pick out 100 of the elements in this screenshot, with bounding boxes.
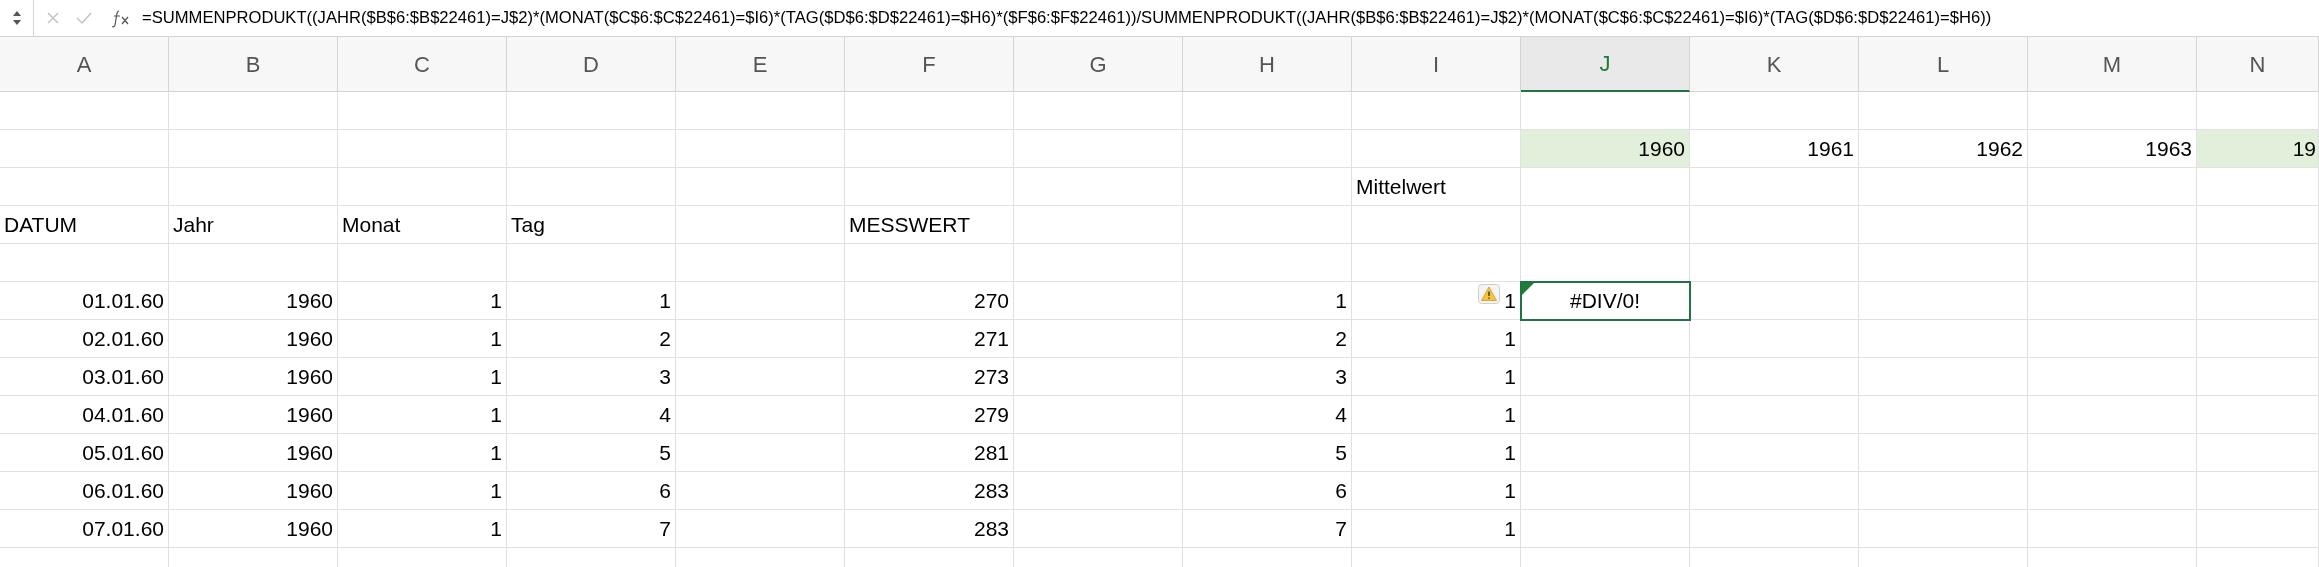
empty-cell[interactable] bbox=[1014, 358, 1183, 396]
table-cell[interactable]: 1 bbox=[1183, 282, 1352, 320]
column-header[interactable]: I bbox=[1352, 37, 1521, 92]
table-cell[interactable]: Jahr bbox=[169, 206, 338, 244]
table-cell[interactable]: 279 bbox=[845, 396, 1014, 434]
empty-cell[interactable] bbox=[1014, 472, 1183, 510]
empty-cell[interactable] bbox=[676, 396, 845, 434]
empty-cell[interactable] bbox=[2028, 396, 2197, 434]
empty-cell[interactable] bbox=[676, 206, 845, 244]
empty-cell[interactable] bbox=[1521, 472, 1690, 510]
empty-cell[interactable] bbox=[2197, 168, 2319, 206]
empty-cell[interactable] bbox=[1859, 320, 2028, 358]
empty-cell[interactable] bbox=[1690, 510, 1859, 548]
empty-cell[interactable] bbox=[2028, 206, 2197, 244]
table-cell[interactable]: 04.01.60 bbox=[0, 396, 169, 434]
table-cell[interactable]: 1 bbox=[338, 434, 507, 472]
empty-cell[interactable] bbox=[1014, 130, 1183, 168]
empty-cell[interactable] bbox=[676, 130, 845, 168]
cancel-icon[interactable] bbox=[46, 11, 60, 25]
empty-cell[interactable] bbox=[2197, 434, 2319, 472]
empty-cell[interactable] bbox=[0, 92, 169, 130]
column-header[interactable]: D bbox=[507, 37, 676, 92]
column-header[interactable]: K bbox=[1690, 37, 1859, 92]
empty-cell[interactable] bbox=[1521, 206, 1690, 244]
empty-cell[interactable] bbox=[2197, 244, 2319, 282]
empty-cell[interactable] bbox=[1183, 244, 1352, 282]
empty-cell[interactable] bbox=[1352, 244, 1521, 282]
empty-cell[interactable] bbox=[676, 510, 845, 548]
empty-cell[interactable] bbox=[1859, 358, 2028, 396]
empty-cell[interactable] bbox=[1690, 434, 1859, 472]
empty-cell[interactable] bbox=[2197, 282, 2319, 320]
table-cell[interactable]: 02.01.60 bbox=[0, 320, 169, 358]
table-cell[interactable]: 03.01.60 bbox=[0, 358, 169, 396]
empty-cell[interactable] bbox=[0, 168, 169, 206]
empty-cell[interactable] bbox=[1690, 320, 1859, 358]
table-cell[interactable]: 1 bbox=[338, 396, 507, 434]
table-cell[interactable]: 283 bbox=[845, 472, 1014, 510]
empty-cell[interactable] bbox=[2028, 168, 2197, 206]
table-cell[interactable]: 06.01.60 bbox=[0, 472, 169, 510]
table-cell[interactable]: 3 bbox=[507, 358, 676, 396]
column-header[interactable]: L bbox=[1859, 37, 2028, 92]
empty-cell[interactable] bbox=[1183, 130, 1352, 168]
table-cell[interactable]: 5 bbox=[507, 434, 676, 472]
empty-cell[interactable] bbox=[1859, 434, 2028, 472]
empty-cell[interactable] bbox=[507, 130, 676, 168]
empty-cell[interactable] bbox=[1690, 282, 1859, 320]
empty-cell[interactable] bbox=[1859, 510, 2028, 548]
table-cell[interactable]: 281 bbox=[845, 434, 1014, 472]
empty-cell[interactable] bbox=[1690, 358, 1859, 396]
empty-cell[interactable] bbox=[676, 434, 845, 472]
empty-cell[interactable] bbox=[1690, 168, 1859, 206]
empty-cell[interactable] bbox=[1014, 244, 1183, 282]
table-cell[interactable]: 1 bbox=[1352, 472, 1521, 510]
table-cell[interactable]: 2 bbox=[1183, 320, 1352, 358]
empty-cell[interactable] bbox=[1859, 396, 2028, 434]
empty-cell[interactable] bbox=[1859, 282, 2028, 320]
table-cell[interactable]: 1 bbox=[1352, 358, 1521, 396]
empty-cell[interactable] bbox=[2028, 358, 2197, 396]
table-cell[interactable]: 271 bbox=[845, 320, 1014, 358]
empty-cell[interactable] bbox=[2197, 472, 2319, 510]
empty-cell[interactable] bbox=[0, 244, 169, 282]
table-cell[interactable]: 1 bbox=[1352, 396, 1521, 434]
table-cell[interactable]: 270 bbox=[845, 282, 1014, 320]
table-cell[interactable]: 05.01.60 bbox=[0, 434, 169, 472]
table-cell[interactable]: 1 bbox=[338, 358, 507, 396]
column-header[interactable]: F bbox=[845, 37, 1014, 92]
empty-cell[interactable] bbox=[169, 130, 338, 168]
empty-cell[interactable] bbox=[1014, 510, 1183, 548]
empty-cell[interactable] bbox=[676, 282, 845, 320]
table-cell[interactable]: 1960 bbox=[169, 472, 338, 510]
column-header[interactable]: A bbox=[0, 37, 169, 92]
empty-cell[interactable] bbox=[676, 92, 845, 130]
empty-cell[interactable] bbox=[2197, 320, 2319, 358]
empty-cell[interactable] bbox=[1859, 92, 2028, 130]
column-header[interactable]: G bbox=[1014, 37, 1183, 92]
empty-cell[interactable] bbox=[676, 168, 845, 206]
column-header[interactable]: J bbox=[1521, 37, 1690, 92]
empty-cell[interactable] bbox=[1352, 92, 1521, 130]
table-cell[interactable]: 4 bbox=[507, 396, 676, 434]
table-cell[interactable]: 283 bbox=[845, 510, 1014, 548]
empty-cell[interactable] bbox=[2028, 320, 2197, 358]
empty-cell[interactable] bbox=[1690, 244, 1859, 282]
table-cell[interactable]: 1960 bbox=[169, 434, 338, 472]
table-cell[interactable]: 6 bbox=[507, 472, 676, 510]
table-cell[interactable]: 19 bbox=[2197, 130, 2319, 168]
empty-cell[interactable] bbox=[507, 244, 676, 282]
empty-cell[interactable] bbox=[2028, 92, 2197, 130]
empty-cell[interactable] bbox=[2197, 396, 2319, 434]
empty-cell[interactable] bbox=[507, 168, 676, 206]
table-cell[interactable]: 1960 bbox=[169, 358, 338, 396]
warning-icon[interactable] bbox=[1478, 284, 1500, 304]
empty-cell[interactable] bbox=[1690, 472, 1859, 510]
empty-cell[interactable] bbox=[1521, 358, 1690, 396]
empty-cell[interactable] bbox=[169, 168, 338, 206]
table-cell[interactable]: Mittelwert bbox=[1352, 168, 1521, 206]
table-cell[interactable]: 1 bbox=[1352, 282, 1521, 320]
table-cell[interactable]: 5 bbox=[1183, 434, 1352, 472]
column-header[interactable]: B bbox=[169, 37, 338, 92]
table-cell[interactable]: 1 bbox=[338, 282, 507, 320]
empty-cell[interactable] bbox=[676, 320, 845, 358]
